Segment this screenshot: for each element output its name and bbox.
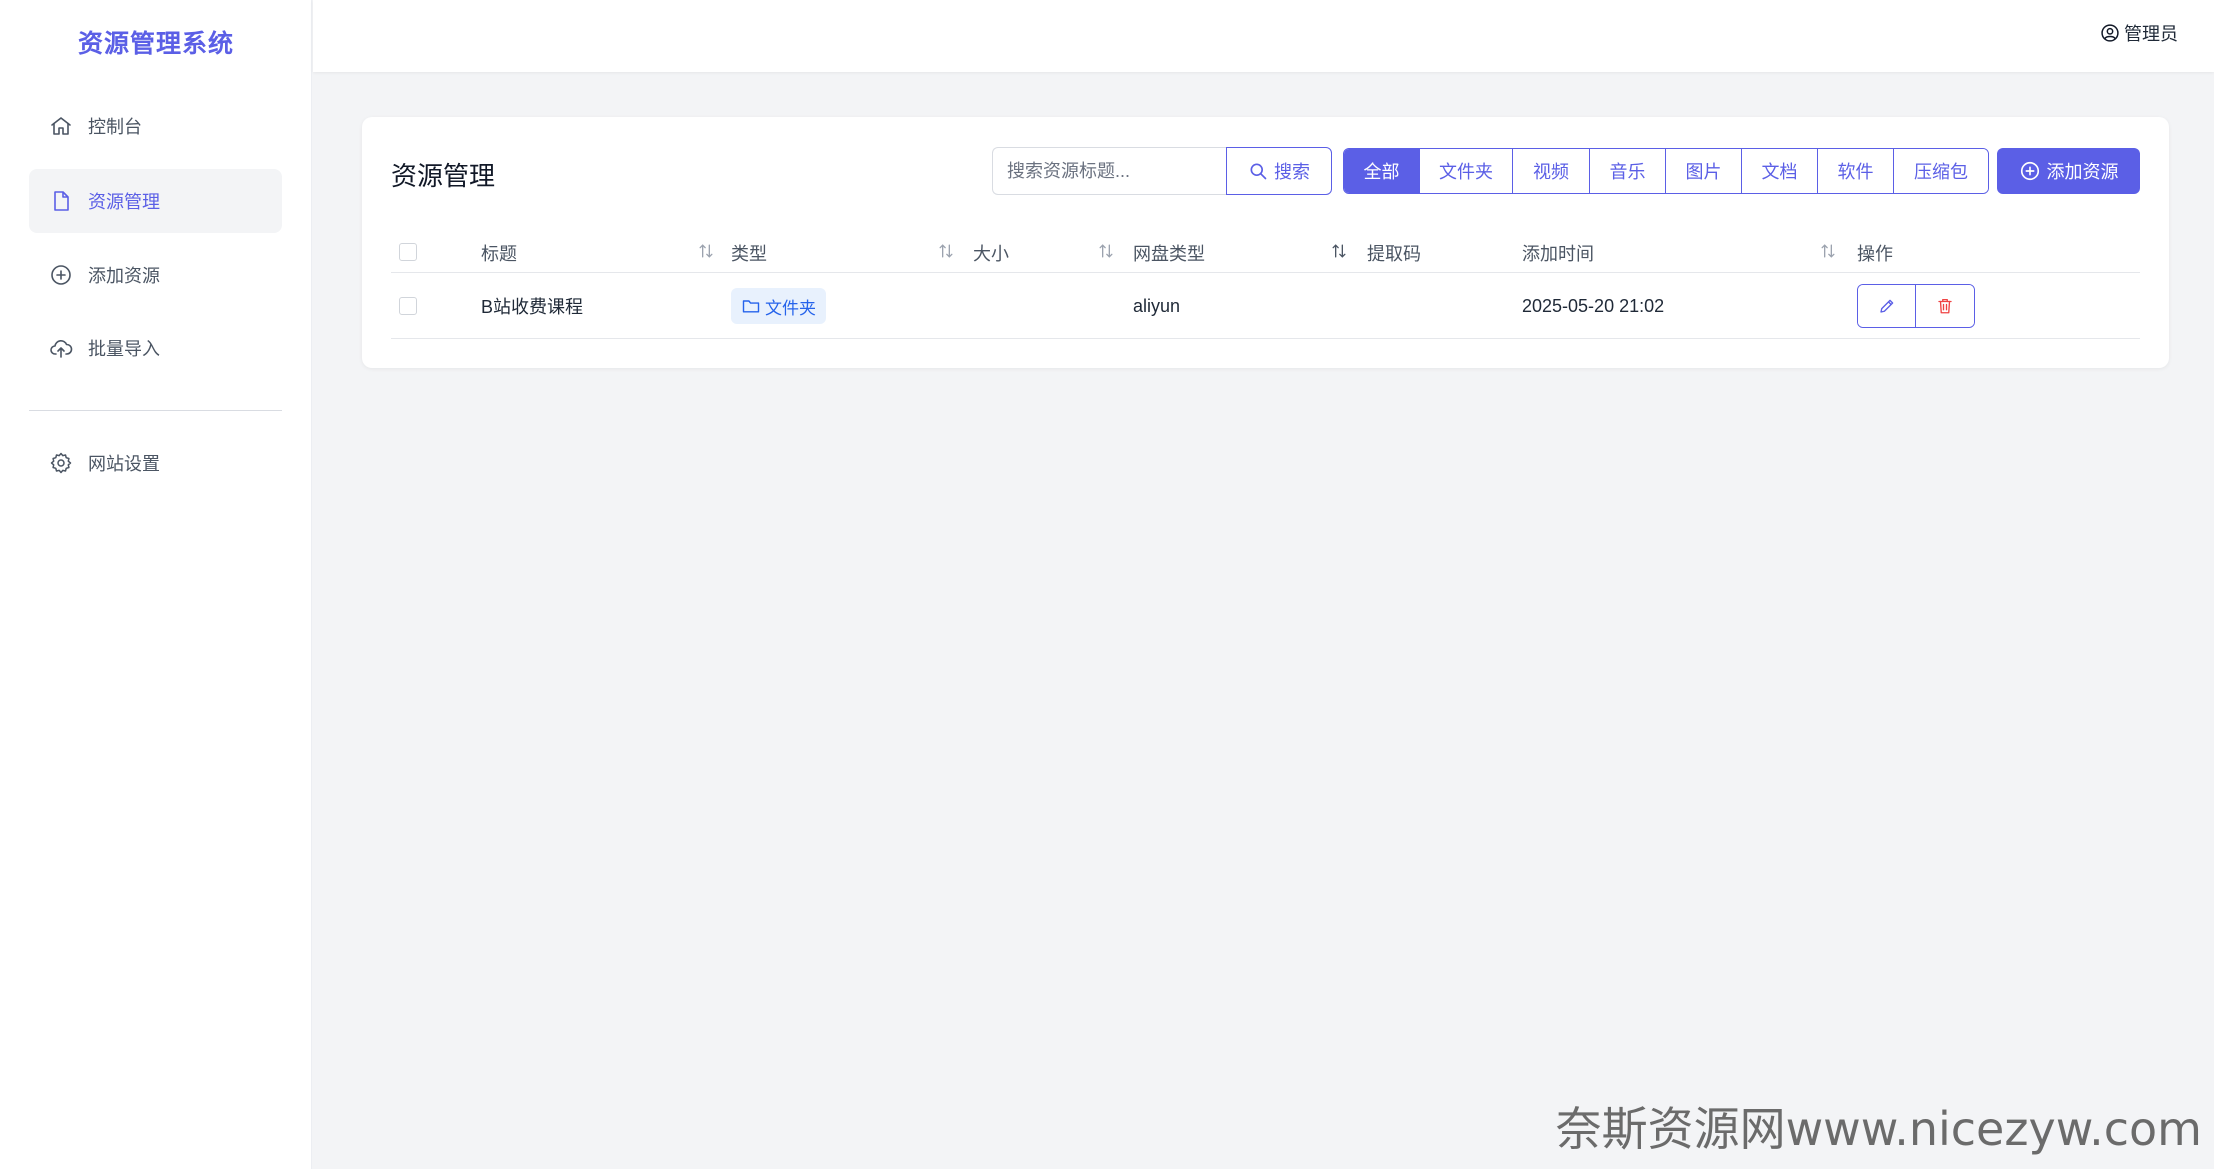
file-icon [48, 188, 74, 214]
top-bar: 管理员 [313, 0, 2214, 72]
search-button[interactable]: 搜索 [1226, 147, 1332, 195]
column-header-actions: 操作 [1857, 243, 1893, 264]
cell-added-time: 2025-05-20 21:02 [1522, 295, 1665, 316]
filter-folder[interactable]: 文件夹 [1420, 149, 1513, 193]
cell-title: B站收费课程 [481, 297, 584, 317]
sort-icon[interactable] [1096, 241, 1116, 261]
sidebar-item-bulk-import[interactable]: 批量导入 [29, 316, 282, 380]
column-header-size: 大小 [973, 243, 1009, 264]
plus-circle-icon [2020, 161, 2039, 181]
delete-button[interactable] [1916, 285, 1974, 327]
filter-all[interactable]: 全部 [1344, 149, 1420, 193]
app-logo-title[interactable]: 资源管理系统 [0, 24, 312, 60]
filter-image[interactable]: 图片 [1666, 149, 1742, 193]
user-name: 管理员 [2124, 24, 2178, 44]
trash-icon [1938, 298, 1952, 314]
cell-disk-type: aliyun [1133, 295, 1181, 316]
cell-actions [1857, 273, 1975, 339]
sidebar-item-add-resource[interactable]: 添加资源 [29, 243, 282, 307]
add-resource-label: 添加资源 [2046, 162, 2119, 182]
sidebar-item-dashboard[interactable]: 控制台 [29, 94, 282, 158]
plus-circle-icon [48, 262, 74, 288]
type-badge-label: 文件夹 [765, 298, 816, 318]
filter-music[interactable]: 音乐 [1590, 149, 1666, 193]
user-menu[interactable]: 管理员 [2100, 20, 2178, 46]
table-header: 标题 类型 大小 网盘类型 提取码 添加时间 操作 [391, 232, 2140, 273]
page-title: 资源管理 [391, 161, 496, 191]
folder-icon [742, 300, 760, 313]
resource-card: 资源管理 搜索 全部 文件夹 视频 音乐 图片 文档 软件 压缩包 添加资源 标… [362, 117, 2169, 368]
pencil-icon [1879, 299, 1893, 313]
sidebar-item-label: 批量导入 [88, 339, 160, 359]
sidebar-item-label: 控制台 [88, 117, 142, 137]
type-badge: 文件夹 [731, 288, 826, 324]
sidebar-item-label: 添加资源 [88, 266, 160, 286]
sidebar-item-label: 网站设置 [88, 454, 160, 474]
sidebar: 资源管理系统 控制台 资源管理 添加资源 批量导入 网站设置 [0, 0, 312, 1169]
watermark-text: 奈斯资源网www.nicezyw.com [1555, 1102, 2202, 1156]
column-header-title: 标题 [481, 243, 517, 264]
row-action-group [1857, 284, 1975, 328]
filter-document[interactable]: 文档 [1742, 149, 1818, 193]
sort-icon[interactable] [696, 241, 716, 261]
user-circle-icon [2101, 24, 2119, 42]
select-all-checkbox[interactable] [399, 243, 417, 261]
sidebar-item-label: 资源管理 [88, 192, 160, 212]
sort-icon[interactable] [1329, 241, 1349, 261]
cloud-upload-icon [48, 335, 74, 361]
row-checkbox[interactable] [399, 297, 417, 315]
home-icon [48, 113, 74, 139]
column-header-type: 类型 [731, 243, 767, 264]
filter-software[interactable]: 软件 [1818, 149, 1894, 193]
search-button-label: 搜索 [1274, 162, 1310, 182]
add-resource-button[interactable]: 添加资源 [1997, 148, 2140, 194]
sidebar-item-site-settings[interactable]: 网站设置 [29, 431, 282, 495]
filter-video[interactable]: 视频 [1513, 149, 1590, 193]
type-filter-group: 全部 文件夹 视频 音乐 图片 文档 软件 压缩包 [1343, 148, 1989, 194]
sort-icon[interactable] [936, 241, 956, 261]
table-row: B站收费课程 文件夹 aliyun 2025-05-20 21:02 [391, 273, 2140, 339]
column-header-extract-code: 提取码 [1367, 243, 1421, 264]
sort-icon[interactable] [1818, 241, 1838, 261]
search-input[interactable] [992, 147, 1226, 195]
column-header-disk-type: 网盘类型 [1133, 243, 1205, 264]
filter-archive[interactable]: 压缩包 [1894, 149, 1988, 193]
edit-button[interactable] [1858, 285, 1916, 327]
sidebar-item-resource-management[interactable]: 资源管理 [29, 169, 282, 233]
cell-type: 文件夹 [731, 273, 826, 339]
column-header-added-time: 添加时间 [1522, 243, 1594, 264]
search-icon [1250, 163, 1267, 180]
gear-icon [48, 450, 74, 476]
sidebar-divider [29, 410, 282, 411]
